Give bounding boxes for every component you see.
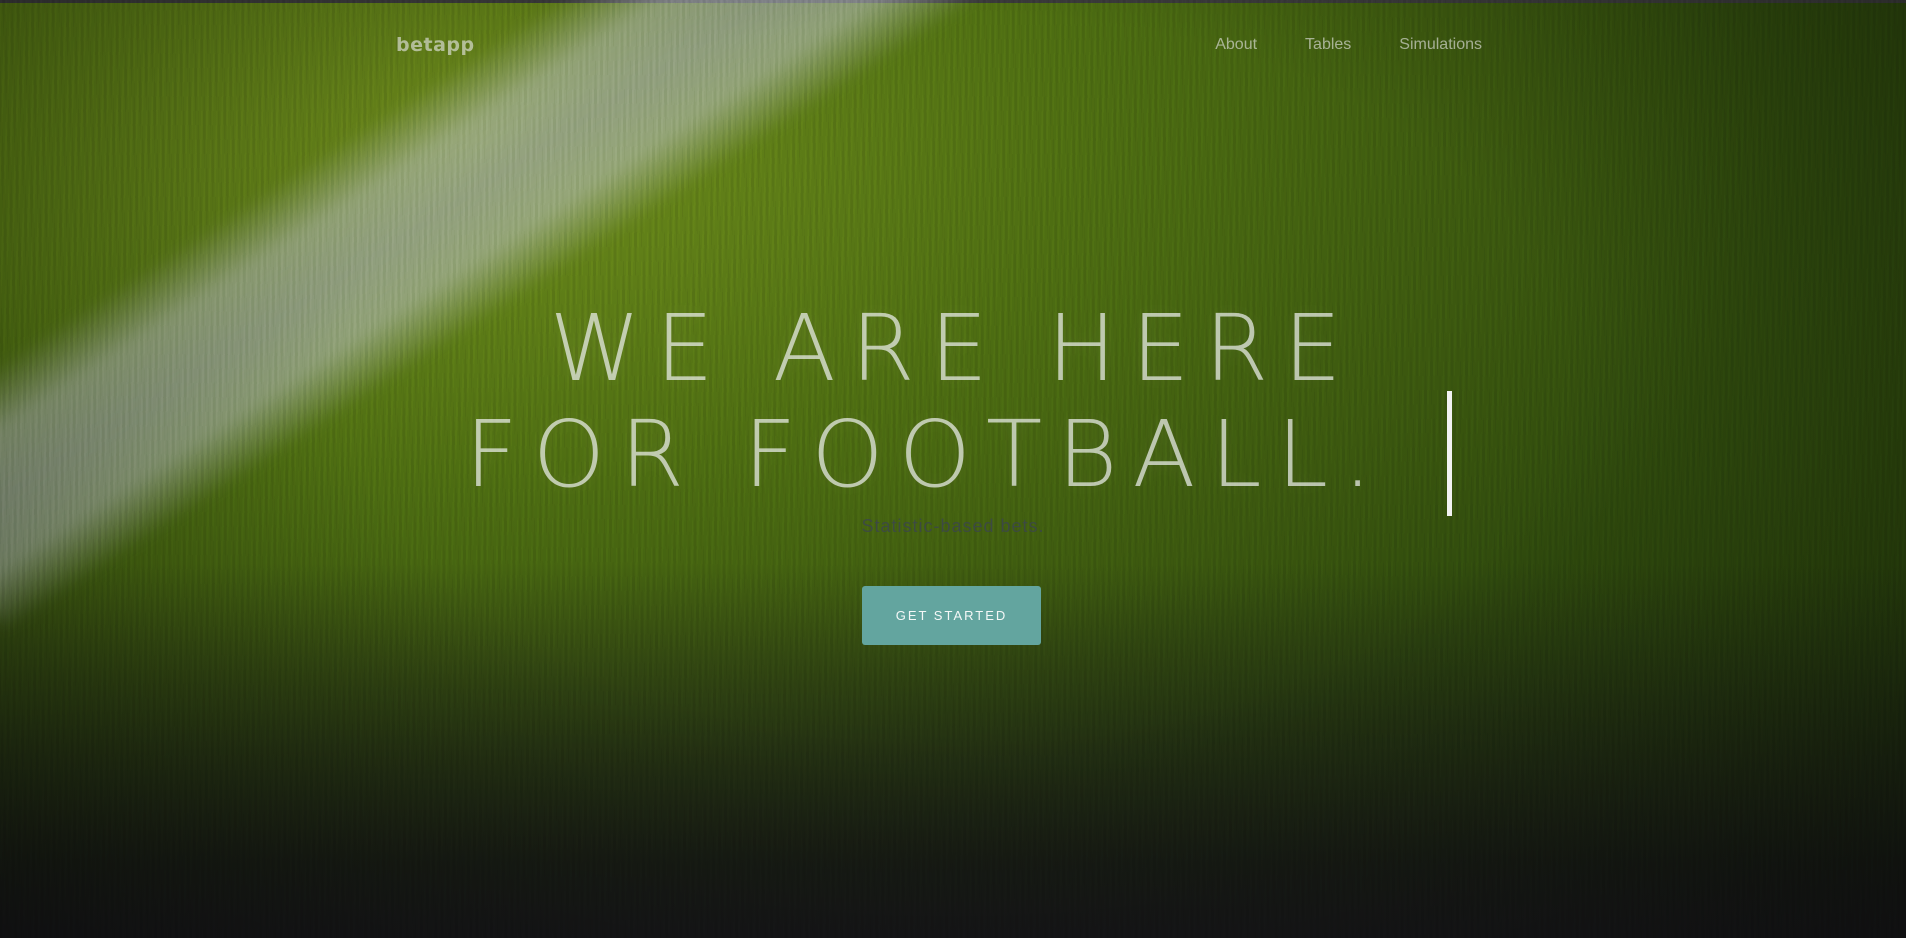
nav-link-about[interactable]: About xyxy=(1215,36,1257,54)
get-started-button[interactable]: GET STARTED xyxy=(862,586,1041,645)
nav-link-simulations[interactable]: Simulations xyxy=(1399,36,1482,54)
nav-link-tables[interactable]: Tables xyxy=(1305,36,1351,54)
headline-line-2: FOR FOOTBALL. xyxy=(464,401,1388,508)
hero-subtitle: Statistic-based bets. xyxy=(861,516,1045,536)
navbar: betapp About Tables Simulations xyxy=(0,0,1906,92)
nav-links: About Tables Simulations xyxy=(1215,36,1482,54)
hero-section: betapp About Tables Simulations WE ARE H… xyxy=(0,0,1906,938)
typing-caret-icon xyxy=(1447,391,1452,516)
brand-logo[interactable]: betapp xyxy=(396,34,475,56)
hero-headline: WE ARE HERE FOR FOOTBALL. xyxy=(0,296,1906,508)
headline-line-1: WE ARE HERE xyxy=(549,295,1357,402)
